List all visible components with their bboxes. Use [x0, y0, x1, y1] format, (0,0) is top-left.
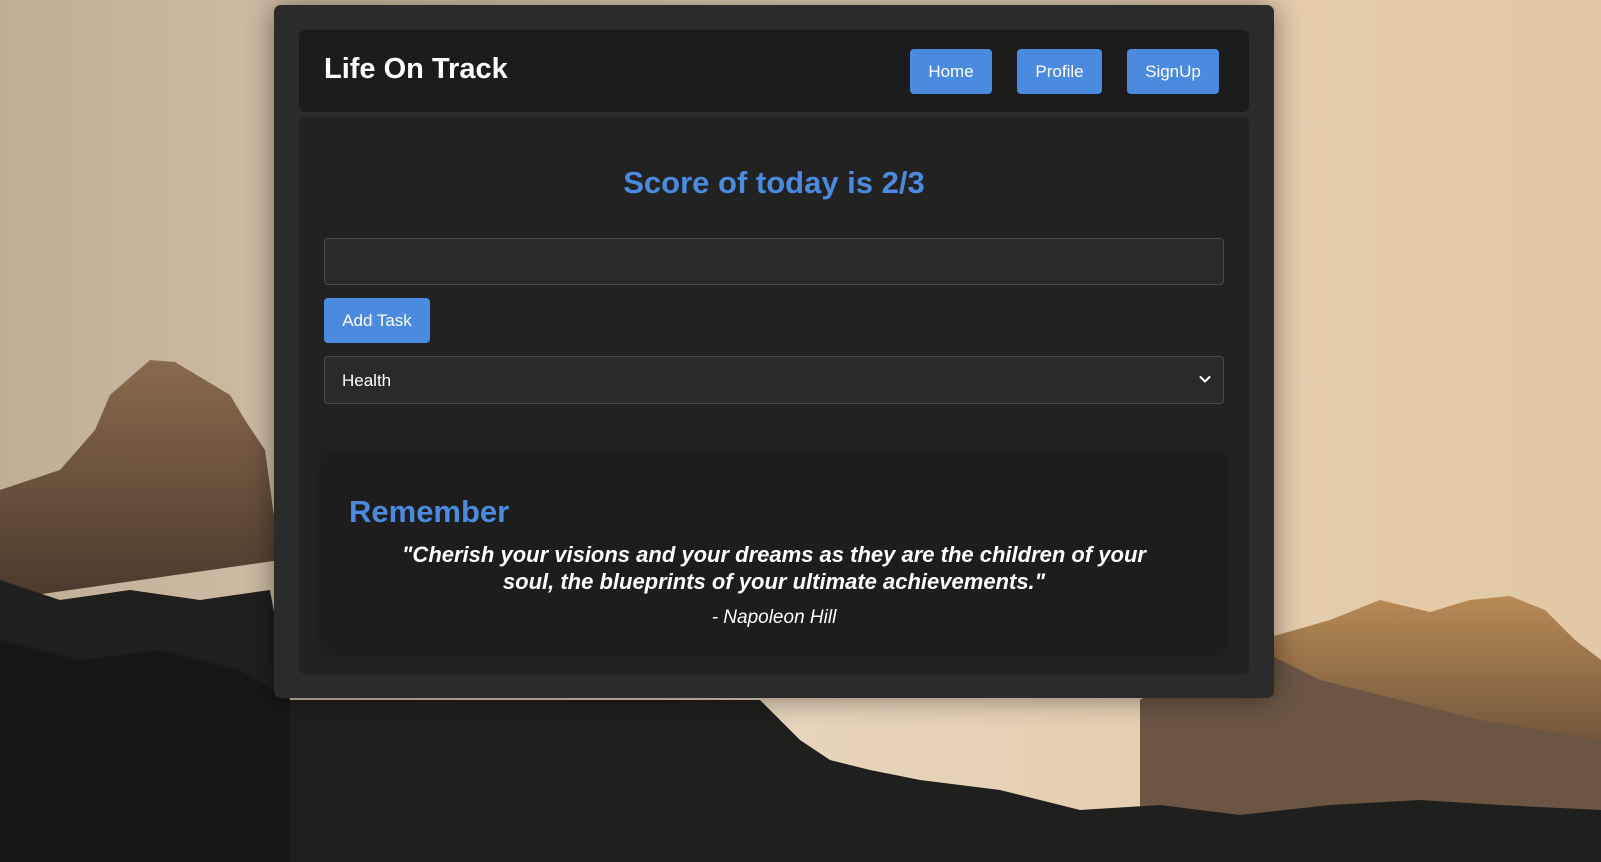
score-heading: Score of today is 2/3 — [623, 165, 925, 200]
navbar: Life On Track Home Profile SignUp — [299, 30, 1249, 112]
quote-card: Remember "Cherish your visions and your … — [324, 455, 1224, 651]
task-input[interactable] — [324, 238, 1224, 285]
signup-button[interactable]: SignUp — [1127, 49, 1219, 94]
quote-text: "Cherish your visions and your dreams as… — [402, 542, 1146, 594]
quote-heading: Remember — [349, 494, 510, 529]
home-button[interactable]: Home — [910, 49, 992, 94]
main-card: Life On Track Home Profile SignUp Score … — [274, 5, 1274, 698]
add-task-button[interactable]: Add Task — [324, 298, 430, 343]
quote-author: - Napoleon Hill — [711, 607, 837, 628]
chevron-down-icon — [1199, 376, 1211, 383]
task-panel: Score of today is 2/3 Add Task Health Re… — [299, 117, 1249, 674]
category-select[interactable]: Health — [324, 356, 1224, 404]
brand-title[interactable]: Life On Track — [324, 53, 508, 86]
category-select-value: Health — [342, 371, 392, 390]
profile-button[interactable]: Profile — [1017, 49, 1102, 94]
